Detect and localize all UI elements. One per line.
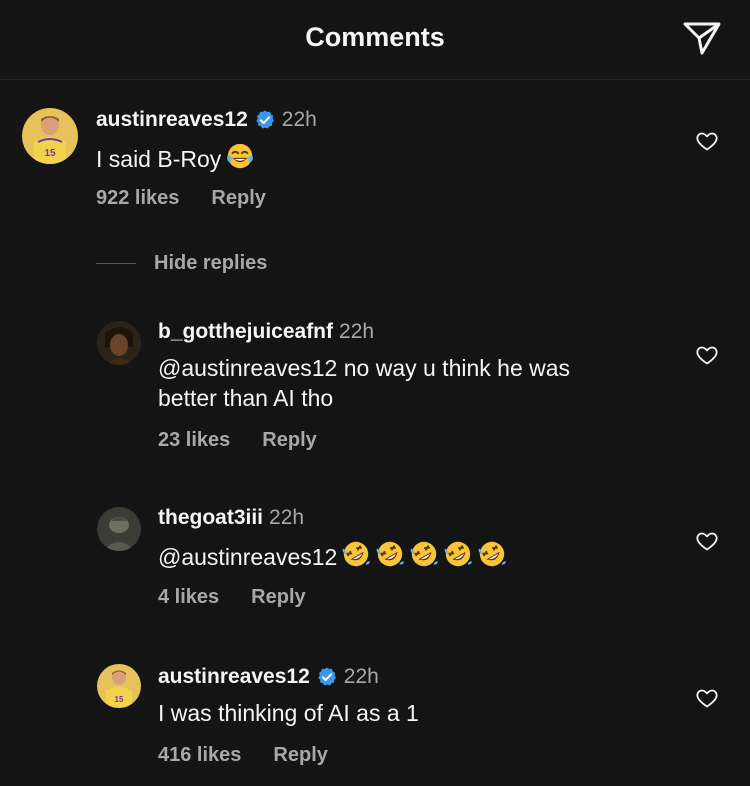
like-heart-icon[interactable] — [694, 343, 720, 367]
avatar[interactable]: 15 — [97, 664, 141, 708]
rolling-on-floor-laughing-icon — [409, 539, 439, 569]
avatar-image: 15 — [97, 664, 141, 708]
like-heart-icon[interactable] — [694, 686, 720, 710]
svg-text:15: 15 — [115, 695, 124, 704]
timestamp: 22h — [269, 506, 305, 529]
reply-button[interactable]: Reply — [211, 187, 265, 210]
rolling-on-floor-laughing-icon — [443, 539, 473, 569]
paper-plane-icon — [683, 22, 721, 55]
username[interactable]: austinreaves12 — [158, 665, 310, 689]
avatar[interactable] — [97, 321, 141, 365]
hide-replies-button[interactable]: Hide replies — [96, 252, 267, 275]
comment-meta: b_gotthejuiceafnf 22h — [158, 320, 374, 344]
comment-actions: 4 likes Reply — [158, 586, 306, 609]
timestamp: 22h — [281, 108, 317, 131]
avatar[interactable]: 15 — [22, 108, 78, 164]
rolling-on-floor-laughing-icon — [341, 539, 371, 569]
comment-meta: austinreaves12 22h — [158, 665, 379, 689]
rolling-on-floor-laughing-icon — [477, 539, 507, 569]
username[interactable]: austinreaves12 — [96, 108, 248, 132]
likes-count[interactable]: 922 likes — [96, 187, 179, 210]
page-title: Comments — [305, 22, 445, 52]
timestamp: 22h — [339, 320, 375, 343]
reply-button[interactable]: Reply — [273, 744, 327, 767]
svg-text:15: 15 — [44, 148, 56, 159]
username[interactable]: thegoat3iii — [158, 506, 263, 530]
comments-header: Comments — [0, 0, 750, 80]
rolling-on-floor-laughing-icon — [375, 539, 405, 569]
comment-text-content: I was thinking of AI as a 1 — [158, 700, 419, 726]
avatar-image — [97, 321, 141, 365]
comment-text: @austinreaves12 — [158, 539, 507, 572]
avatar-image — [97, 507, 141, 551]
comment-text-line: better than AI tho — [158, 385, 334, 411]
hide-replies-label: Hide replies — [154, 252, 268, 274]
comment-text: I said B-Roy — [96, 141, 255, 174]
username[interactable]: b_gotthejuiceafnf — [158, 320, 333, 344]
avatar[interactable] — [97, 507, 141, 551]
like-heart-icon[interactable] — [694, 129, 720, 153]
likes-count[interactable]: 416 likes — [158, 744, 241, 767]
comment-actions: 922 likes Reply — [96, 187, 266, 210]
likes-count[interactable]: 4 likes — [158, 586, 219, 609]
verified-badge-icon — [254, 109, 276, 131]
comment-actions: 416 likes Reply — [158, 744, 328, 767]
likes-count[interactable]: 23 likes — [158, 429, 230, 452]
reply-button[interactable]: Reply — [262, 429, 316, 452]
comment-meta: thegoat3iii 22h — [158, 506, 304, 530]
avatar-image: 15 — [22, 108, 78, 164]
comment-text: @austinreaves12 no way u think he was be… — [158, 353, 570, 413]
divider — [96, 263, 136, 264]
share-button[interactable] — [680, 18, 724, 58]
comment-meta: austinreaves12 22h — [96, 108, 317, 132]
face-with-tears-of-joy-icon — [225, 141, 255, 171]
timestamp: 22h — [343, 665, 379, 688]
comment-actions: 23 likes Reply — [158, 429, 317, 452]
verified-badge-icon — [316, 666, 338, 688]
like-heart-icon[interactable] — [694, 529, 720, 553]
reply-button[interactable]: Reply — [251, 586, 305, 609]
comment-text: I was thinking of AI as a 1 — [158, 698, 419, 728]
comment-text-line: @austinreaves12 no way u think he was — [158, 355, 571, 381]
comment-text-content: I said B-Roy — [96, 146, 222, 172]
comment-mention[interactable]: @austinreaves12 — [158, 544, 337, 570]
